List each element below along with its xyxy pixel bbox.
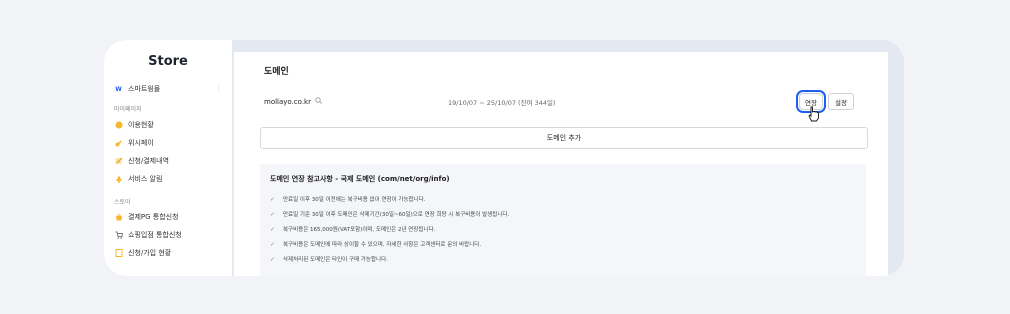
app-frame: Store W 스마트윙몰 ⋮ 마이페이지 이용현황 위시페이 신청/결제내역 … [104,40,904,276]
pin-icon[interactable]: ⋮ [215,84,222,92]
w-logo-icon: W [115,85,122,93]
notice-line: ✓ 만료일 이후 30일 이전에는 복구비용 없이 연장이 가능합니다. [270,195,426,204]
sidebar-item-label: 위시페이 [128,139,154,147]
main-panel: 도메인 mollayo.co.kr 19/10/07 ~ 25/10/07 (잔… [234,52,888,276]
sidebar: Store W 스마트윙몰 ⋮ 마이페이지 이용현황 위시페이 신청/결제내역 … [104,40,232,276]
section-mypage: 마이페이지 [114,106,142,113]
sidebar-item-smartwingmall[interactable]: W 스마트윙몰 [114,84,160,94]
sidebar-item-label: 스마트윙몰 [128,85,161,93]
notice-line: ✓ 복구비용은 165,000원(VAT포함)이며, 도메인은 2년 연장됩니다. [270,225,436,234]
sidebar-item-label: 이용현황 [128,121,154,129]
sidebar-item-orders[interactable]: 신청/결제내역 [114,156,169,166]
notice-text: 복구비용은 도메인에 따라 상이할 수 있으며, 자세한 사항은 고객센터로 문… [283,242,482,248]
notice-text: 만료일 기준 30일 이후 도메인은 삭제기간(30일~60일)으로 연장 희망… [283,212,510,218]
notice-text: 삭제처리된 도메인은 타인이 구매 가능합니다. [283,257,388,263]
notice-text: 복구비용은 165,000원(VAT포함)이며, 도메인은 2년 연장됩니다. [283,227,436,233]
section-store: 스토어 [114,199,131,206]
coin-icon [114,121,123,130]
key-icon [114,139,123,148]
sidebar-item-label: 서비스 알림 [128,175,163,183]
notice-line: ✓ 복구비용은 도메인에 따라 상이할 수 있으며, 자세한 사항은 고객센터로 … [270,240,482,249]
notice-text: 만료일 이후 30일 이전에는 복구비용 없이 연장이 가능합니다. [283,197,426,203]
domain-row: mollayo.co.kr [264,97,322,106]
sidebar-item-label: 결제PG 통합신청 [128,213,179,221]
check-icon: ✓ [270,240,276,248]
check-icon: ✓ [270,225,276,233]
sidebar-item-status[interactable]: 신청/가입 현황 [114,248,171,258]
hand-cursor-icon [808,106,819,122]
sidebar-item-label: 신청/결제내역 [128,157,169,165]
sidebar-item-usage[interactable]: 이용현황 [114,120,154,130]
notice-box: 도메인 연장 참고사항 - 국제 도메인 (com/net/org/info) … [260,164,866,276]
bag-icon [114,213,123,222]
domain-period: 19/10/07 ~ 25/10/07 (잔여 344일) [448,99,556,107]
check-icon: ✓ [270,195,276,203]
domain-name: mollayo.co.kr [264,97,311,106]
check-icon: ✓ [270,255,276,263]
page-title: 도메인 [264,67,289,77]
search-icon[interactable] [315,97,322,106]
sidebar-item-wishpay[interactable]: 위시페이 [114,138,154,148]
check-icon: ✓ [270,210,276,218]
notice-line: ✓ 만료일 기준 30일 이후 도메인은 삭제기간(30일~60일)으로 연장 희… [270,210,510,219]
pencil-icon [114,157,123,166]
cart-icon [114,231,123,240]
sidebar-item-label: 신청/가입 현황 [128,249,172,257]
sidebar-item-shopping[interactable]: 쇼핑입점 통합신청 [114,230,182,240]
sidebar-item-pg[interactable]: 결제PG 통합신청 [114,212,179,222]
bell-icon [114,175,123,184]
document-icon [114,249,123,258]
sidebar-item-label: 쇼핑입점 통합신청 [128,231,182,239]
settings-button[interactable]: 설정 [828,93,854,110]
notice-title: 도메인 연장 참고사항 - 국제 도메인 (com/net/org/info) [270,175,450,183]
sidebar-item-alerts[interactable]: 서비스 알림 [114,174,162,184]
add-domain-button[interactable]: 도메인 추가 [260,127,868,149]
brand-logo: Store [148,54,188,69]
notice-line: ✓ 삭제처리된 도메인은 타인이 구매 가능합니다. [270,255,388,264]
